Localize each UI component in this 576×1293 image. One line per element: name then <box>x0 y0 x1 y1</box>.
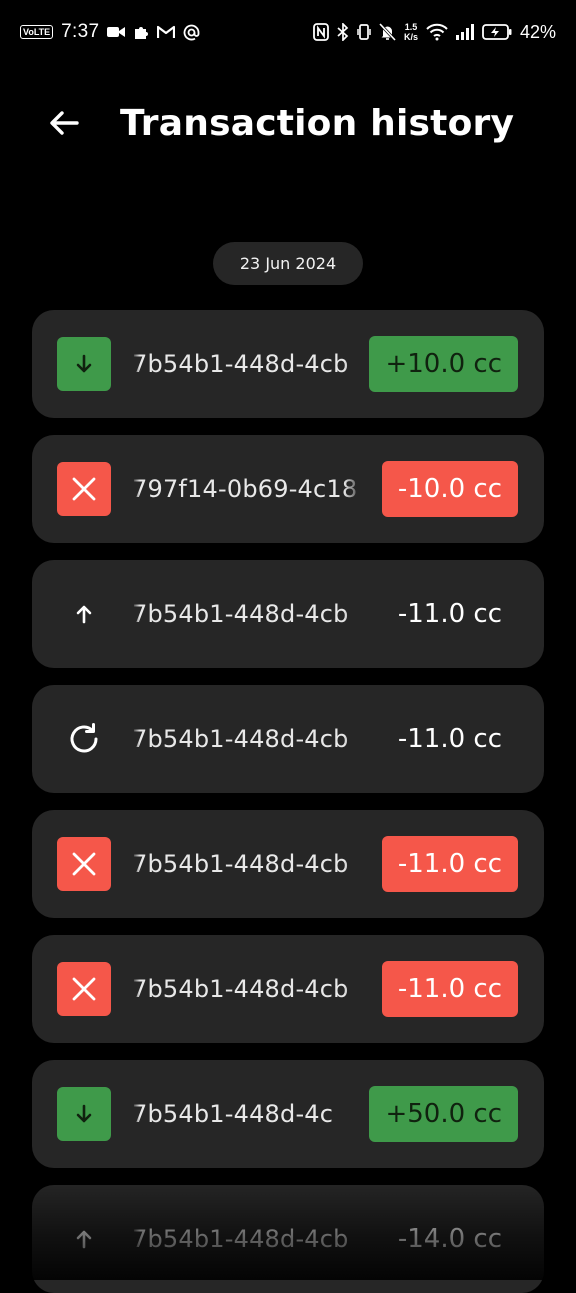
wifi-icon <box>426 22 448 42</box>
back-button[interactable] <box>40 99 88 147</box>
transaction-list: 7b54b1-448d-4cb +10.0 cc 797f14-0b69-4c18-… <box>32 310 544 1293</box>
status-bar-left: VoLTE 7:37 <box>20 21 200 43</box>
transaction-id-wrapper: 7b54b1-448d-4cb <box>132 344 362 384</box>
video-camera-icon <box>107 22 126 42</box>
transaction-id: 7b54b1-448d-4cb <box>132 1225 349 1253</box>
transaction-id: 7b54b1-448d-4cb <box>132 350 349 378</box>
transaction-id: 7b54b1-448d-4cb <box>132 850 349 878</box>
transaction-card[interactable]: 7b54b1-448d-4c +50.0 cc <box>32 1060 544 1168</box>
transaction-amount: +50.0 cc <box>369 1086 518 1142</box>
status-bar: VoLTE 7:37 1.5 K/s 42% <box>0 0 576 64</box>
transaction-amount: -11.0 cc <box>381 961 518 1017</box>
transaction-id-wrapper: 7b54b1-448d-4cb <box>132 719 362 759</box>
at-sign-icon <box>183 22 200 42</box>
status-time: 7:37 <box>61 21 100 42</box>
transaction-amount: -14.0 cc <box>397 1224 502 1254</box>
transaction-id-wrapper: 7b54b1-448d-4cb <box>132 1219 362 1259</box>
mute-bell-icon <box>378 22 396 42</box>
puzzle-icon <box>133 22 149 42</box>
transaction-id: 7b54b1-448d-4cb <box>132 975 349 1003</box>
status-bar-right: 1.5 K/s 42% <box>313 22 556 43</box>
gmail-icon <box>157 22 176 42</box>
arrow-left-icon <box>50 111 79 135</box>
transaction-id-wrapper: 7b54b1-448d-4cb <box>132 844 362 884</box>
arrow-down-icon <box>57 1087 111 1141</box>
transaction-card[interactable]: 7b54b1-448d-4cb -11.0 cc <box>32 560 544 668</box>
arrow-down-icon <box>57 337 111 391</box>
arrow-up-icon <box>57 587 111 641</box>
transaction-id-wrapper: 7b54b1-448d-4c <box>132 1094 362 1134</box>
transaction-card[interactable]: 7b54b1-448d-4cb +10.0 cc <box>32 310 544 418</box>
transaction-id: 7b54b1-448d-4cb <box>132 600 349 628</box>
transaction-id-wrapper: 7b54b1-448d-4cb <box>132 594 362 634</box>
transaction-id-wrapper: 797f14-0b69-4c18 <box>132 469 362 509</box>
x-icon <box>57 837 111 891</box>
x-icon <box>57 462 111 516</box>
transaction-card[interactable]: 7b54b1-448d-4cb -11.0 cc <box>32 810 544 918</box>
date-chip: 23 Jun 2024 <box>213 242 363 285</box>
battery-percent: 42% <box>519 21 556 42</box>
transaction-card[interactable]: 7b54b1-448d-4cb -14.0 cc <box>32 1185 544 1293</box>
battery-icon <box>482 22 512 42</box>
network-speed: 1.5 K/s <box>404 22 418 42</box>
transaction-id: 797f14-0b69-4c18 <box>132 475 358 503</box>
transaction-amount: -10.0 cc <box>381 461 518 517</box>
nfc-icon <box>313 22 329 42</box>
transaction-card[interactable]: 797f14-0b69-4c18 -10.0 cc <box>32 435 544 543</box>
transaction-id: 7b54b1-448d-4c <box>132 1100 334 1128</box>
transaction-card[interactable]: 7b54b1-448d-4cb -11.0 cc <box>32 935 544 1043</box>
transaction-amount: -11.0 cc <box>397 599 502 629</box>
transaction-amount: -11.0 cc <box>397 724 502 754</box>
volte-badge: VoLTE <box>20 25 54 39</box>
arrow-up-icon <box>57 1212 111 1266</box>
transaction-id-wrapper: 7b54b1-448d-4cb <box>132 969 362 1009</box>
refresh-icon <box>57 712 111 766</box>
app-header: Transaction history <box>0 86 576 160</box>
transaction-card[interactable]: 7b54b1-448d-4cb -11.0 cc <box>32 685 544 793</box>
transaction-id: 7b54b1-448d-4cb <box>132 725 349 753</box>
signal-icon <box>455 22 474 42</box>
speed-value: 1.5 <box>404 22 418 32</box>
bluetooth-icon <box>337 22 349 42</box>
x-icon <box>57 962 111 1016</box>
transaction-amount: -11.0 cc <box>381 836 518 892</box>
vibrate-icon <box>357 22 371 42</box>
speed-unit: K/s <box>403 32 418 42</box>
page-title: Transaction history <box>120 102 515 144</box>
transaction-amount: +10.0 cc <box>369 336 518 392</box>
